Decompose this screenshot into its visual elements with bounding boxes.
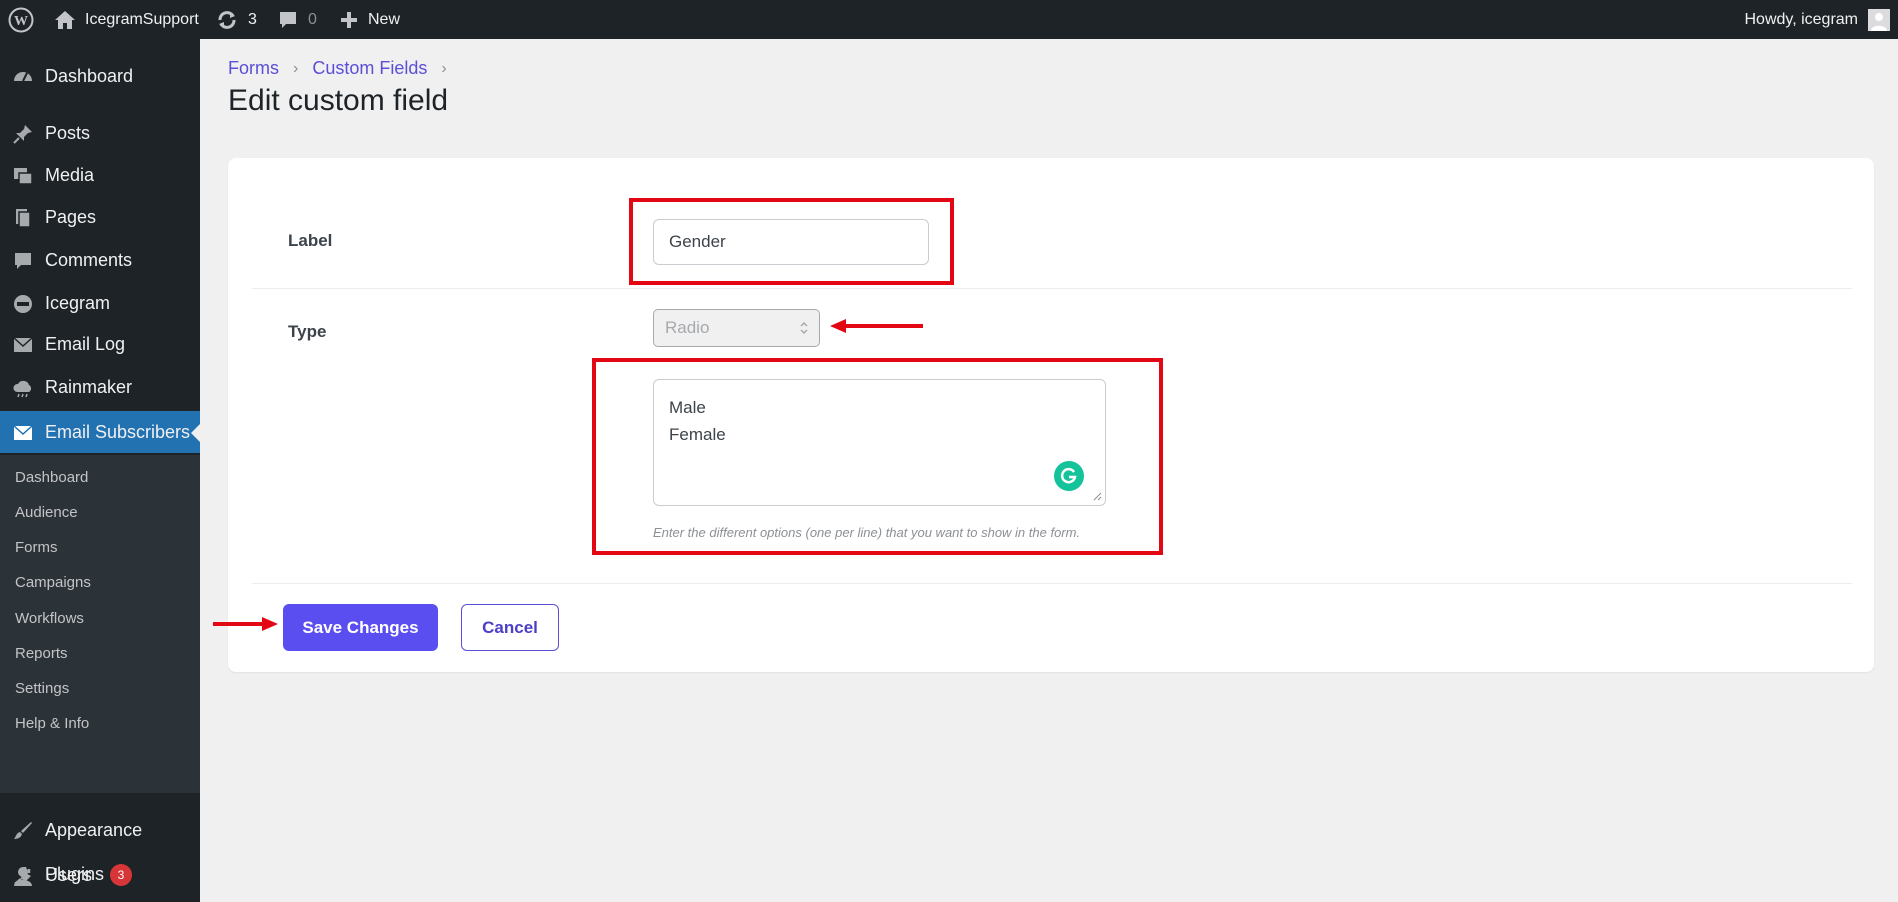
envelope-icon <box>13 425 33 440</box>
submenu-item-audience[interactable]: Audience <box>15 503 78 523</box>
breadcrumb-forms-link[interactable]: Forms <box>228 58 279 79</box>
divider <box>252 583 1852 584</box>
pages-icon <box>16 209 31 228</box>
new-label: New <box>368 10 401 28</box>
submenu-item-dashboard[interactable]: Dashboard <box>15 468 88 488</box>
sidebar-item-label: Email Log <box>45 333 126 354</box>
sidebar-item-email-subscribers[interactable]: Email Subscribers <box>0 411 200 453</box>
user-icon <box>1871 12 1887 31</box>
updates-link[interactable]: 3 <box>216 0 257 39</box>
refresh-icon <box>218 10 236 29</box>
sidebar-item-label: Dashboard <box>45 65 134 86</box>
sidebar-item-label: Comments <box>45 249 133 270</box>
sidebar-item-label: Pages <box>45 206 97 227</box>
dashboard-icon <box>14 72 32 82</box>
comments-count: 0 <box>308 10 317 28</box>
updates-count: 3 <box>248 10 257 28</box>
admin-sidebar: Dashboard Posts Media Pages Comments Ice… <box>0 39 200 902</box>
sidebar-item-label: Email Subscribers <box>45 421 191 442</box>
sidebar-item-pages[interactable]: Pages <box>0 196 200 238</box>
submenu-item-forms[interactable]: Forms <box>15 538 58 558</box>
icegram-icon <box>14 295 32 313</box>
submenu-item-settings[interactable]: Settings <box>15 679 69 699</box>
type-field-label: Type <box>288 322 327 341</box>
sidebar-item-label: Rainmaker <box>45 376 133 397</box>
label-field-label: Label <box>288 231 333 250</box>
sidebar-item-posts[interactable]: Posts <box>0 112 200 154</box>
submenu-item-reports[interactable]: Reports <box>15 644 68 664</box>
cloud-icon <box>13 380 32 398</box>
user-icon <box>14 867 32 886</box>
sidebar-item-label: Appearance <box>45 819 143 840</box>
email-subscribers-submenu: Dashboard Audience Forms Campaigns Workf… <box>0 455 200 793</box>
divider <box>252 288 1852 289</box>
comment-icon <box>15 253 31 269</box>
site-name: IcegramSupport <box>85 10 199 28</box>
envelope-icon <box>13 337 33 352</box>
annotation-arrow-right-icon <box>213 617 278 631</box>
sidebar-item-appearance[interactable]: Appearance <box>0 809 200 851</box>
sidebar-item-label: Media <box>45 164 95 185</box>
comments-link[interactable]: 0 <box>278 0 317 39</box>
new-content-link[interactable]: New <box>340 0 400 39</box>
sidebar-item-rainmaker[interactable]: Rainmaker <box>0 366 200 408</box>
sidebar-item-label: Posts <box>45 122 91 143</box>
svg-text:W: W <box>14 14 28 29</box>
annotation-arrow-left-icon <box>830 319 923 333</box>
sidebar-item-media[interactable]: Media <box>0 154 200 196</box>
chevron-right-icon: › <box>441 59 447 77</box>
plus-icon <box>341 11 357 28</box>
sidebar-item-label: Icegram <box>45 292 111 313</box>
greeting: Howdy, icegram <box>1744 10 1858 28</box>
submenu-item-workflows[interactable]: Workflows <box>15 609 84 629</box>
avatar <box>1868 8 1890 31</box>
page-title: Edit custom field <box>228 84 449 117</box>
type-select[interactable]: Radio <box>653 309 820 347</box>
brush-icon <box>14 822 32 839</box>
annotation-box-options <box>592 358 1163 555</box>
sidebar-item-comments[interactable]: Comments <box>0 239 200 281</box>
save-changes-button[interactable]: Save Changes <box>283 604 438 651</box>
comment-icon <box>280 11 296 28</box>
media-icon <box>14 168 33 185</box>
sidebar-item-icegram[interactable]: Icegram <box>0 282 200 324</box>
wordpress-logo-icon[interactable]: W <box>8 0 34 39</box>
my-account-link[interactable]: Howdy, icegram <box>1744 0 1890 39</box>
cancel-button[interactable]: Cancel <box>461 604 559 651</box>
submenu-item-campaigns[interactable]: Campaigns <box>15 573 91 593</box>
breadcrumb: Forms › Custom Fields › <box>228 58 461 79</box>
annotation-box-label <box>629 198 954 285</box>
chevron-right-icon: › <box>293 59 299 77</box>
breadcrumb-custom-fields-link[interactable]: Custom Fields <box>312 58 427 79</box>
sidebar-item-email-log[interactable]: Email Log <box>0 323 200 365</box>
select-arrows-icon <box>800 321 808 335</box>
pin-icon <box>13 125 32 144</box>
admin-bar: W IcegramSupport 3 0 New Howdy, icegram <box>0 0 1898 39</box>
sidebar-item-users[interactable]: Users <box>0 854 200 896</box>
sidebar-item-dashboard[interactable]: Dashboard <box>0 55 200 97</box>
home-icon <box>55 10 75 29</box>
submenu-item-help-info[interactable]: Help & Info <box>15 714 89 734</box>
site-name-link[interactable]: IcegramSupport <box>54 0 199 39</box>
type-select-value: Radio <box>665 318 710 337</box>
sidebar-item-label: Users <box>45 864 93 885</box>
